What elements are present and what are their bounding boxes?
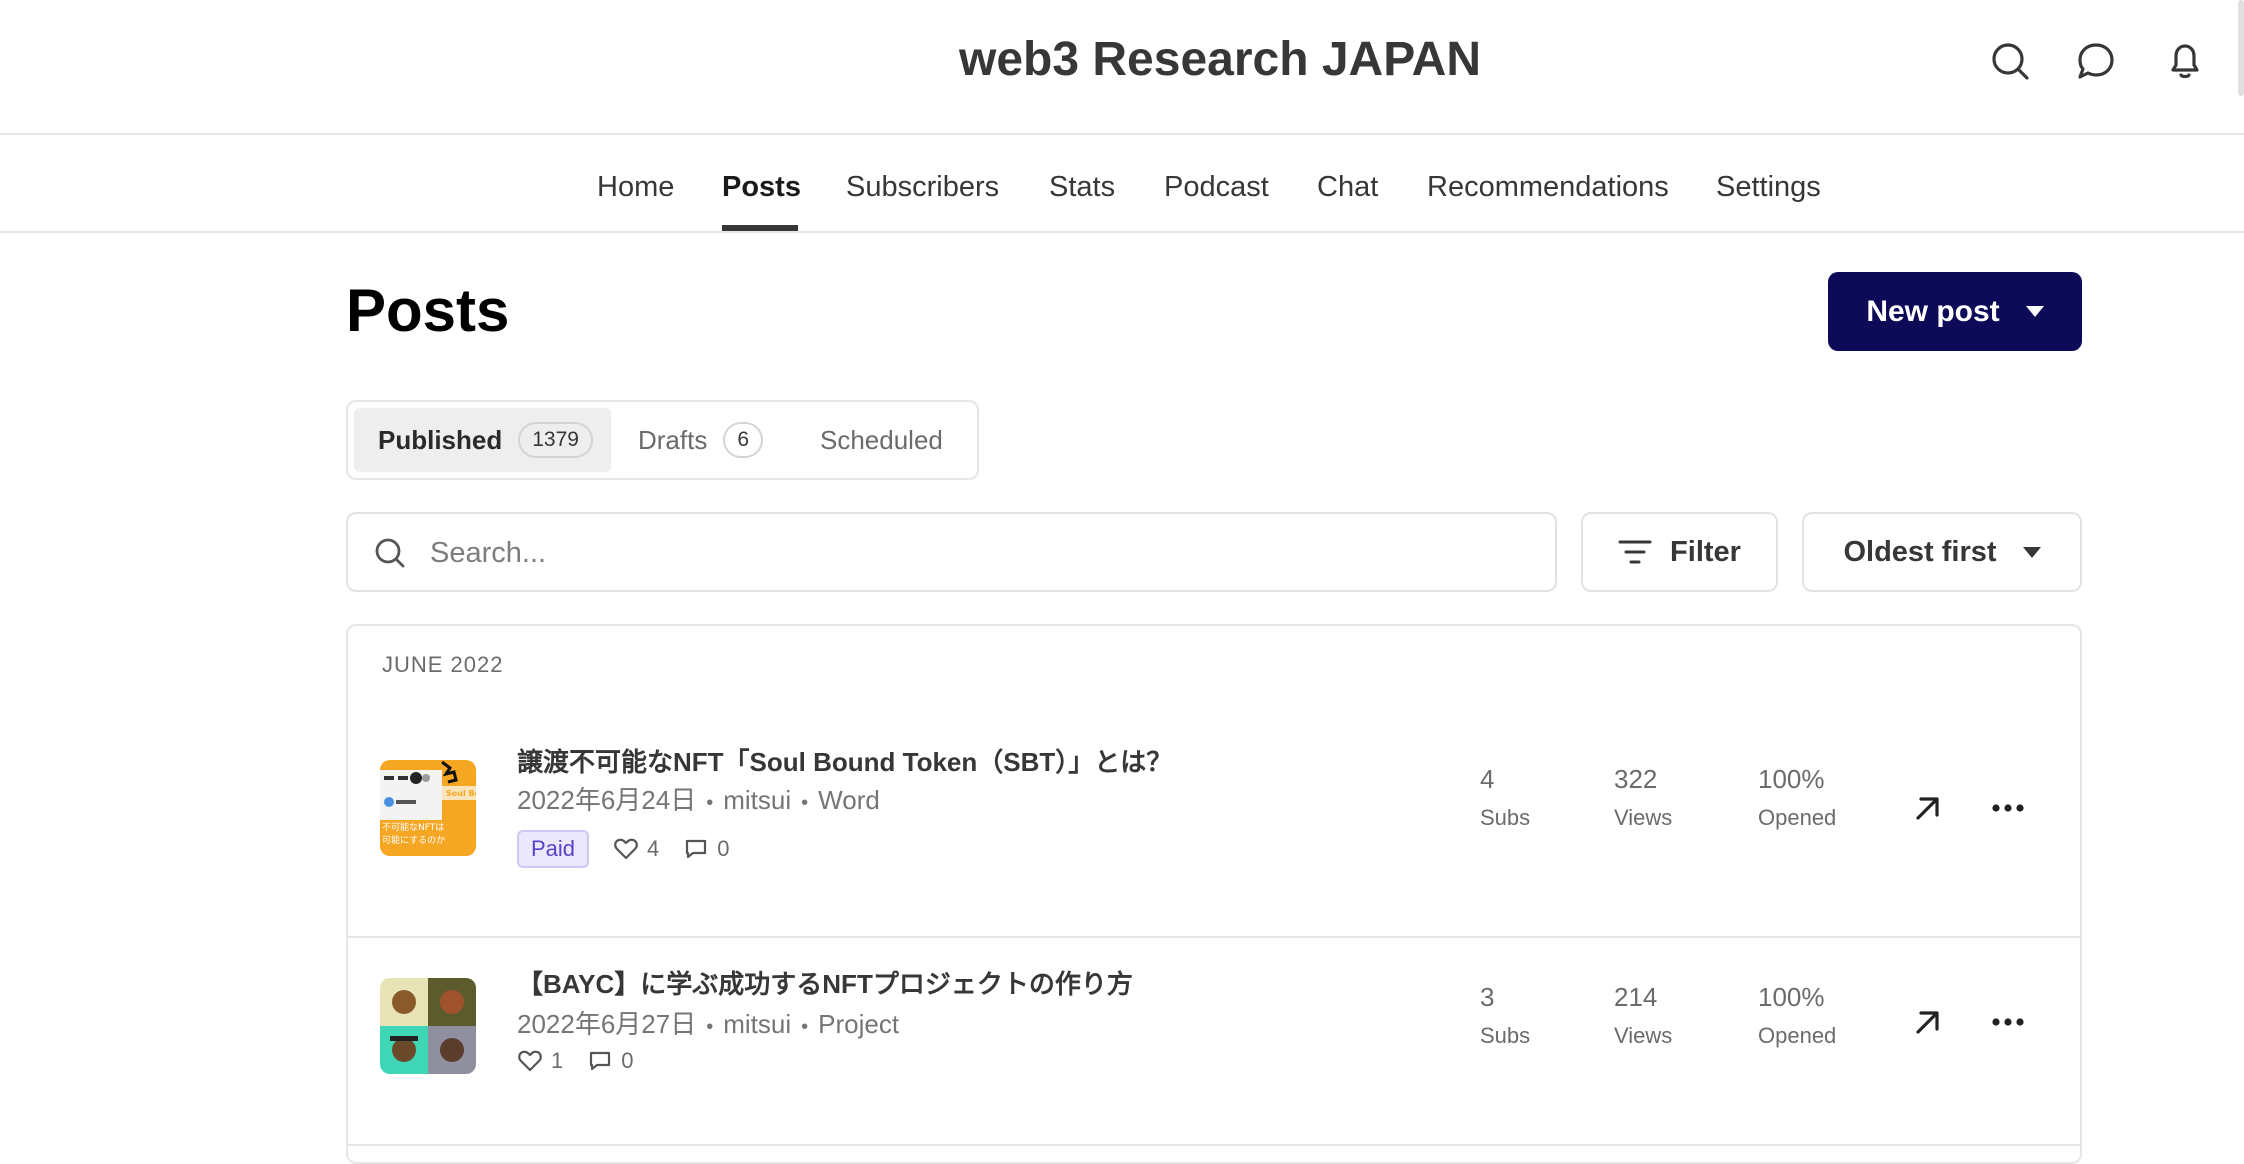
- post-list: JUNE 2022 Soul Bound 不可能なNFTは 可能にするのか 譲渡…: [346, 624, 2082, 1164]
- search-box: [346, 512, 1557, 592]
- opened-value: 100%: [1758, 982, 1825, 1012]
- opened-stat: 100% Opened: [1758, 982, 1836, 1049]
- views-value: 322: [1614, 764, 1658, 794]
- likes-count: 4: [647, 836, 660, 861]
- page-title: Posts: [346, 277, 510, 344]
- scrollbar[interactable]: [2238, 0, 2244, 96]
- opened-label: Opened: [1758, 805, 1837, 830]
- subs-stat: 4 Subs: [1480, 764, 1530, 831]
- comment-icon: [590, 1051, 611, 1071]
- post-badges: 1 0: [517, 1048, 634, 1074]
- comments-count: 0: [717, 836, 730, 861]
- nav-stats[interactable]: Stats: [1049, 171, 1115, 204]
- comments: 0: [587, 1048, 634, 1074]
- tab-drafts[interactable]: Drafts 6: [638, 408, 764, 472]
- nav-chat[interactable]: Chat: [1317, 171, 1378, 204]
- post-thumbnail[interactable]: Soul Bound 不可能なNFTは 可能にするのか: [380, 760, 476, 856]
- publication-title[interactable]: web3 Research JAPAN: [0, 32, 2244, 87]
- post-date: 2022年6月24日: [517, 785, 697, 815]
- heart-icon: [518, 1050, 542, 1072]
- open-post-arrow-icon[interactable]: [1908, 1002, 1948, 1042]
- nav-posts[interactable]: Posts: [722, 171, 801, 204]
- comments: 0: [683, 836, 730, 862]
- caret-down-icon: [2025, 306, 2044, 317]
- count-badge: 6: [723, 422, 764, 458]
- filter-label: Filter: [1670, 535, 1741, 568]
- post-section: Word: [818, 785, 880, 815]
- post-section: Project: [818, 1009, 900, 1039]
- tab-label: Published: [378, 424, 503, 455]
- sort-label: Oldest first: [1843, 535, 1997, 568]
- post-row[interactable]: 【BAYC】に学ぶ成功するNFTプロジェクトの作り方 2022年6月27日 • mi…: [348, 938, 2080, 1146]
- month-header: JUNE 2022: [382, 652, 504, 677]
- nav-settings[interactable]: Settings: [1716, 171, 1821, 204]
- bell-icon[interactable]: [2164, 40, 2206, 82]
- subs-label: Subs: [1480, 805, 1531, 830]
- active-tab-indicator: [722, 225, 798, 231]
- views-label: Views: [1614, 1023, 1673, 1048]
- comment-icon: [686, 839, 707, 859]
- comments-count: 0: [621, 1048, 634, 1073]
- paid-badge: Paid: [517, 830, 590, 868]
- post-title[interactable]: 【BAYC】に学ぶ成功するNFTプロジェクトの作り方: [517, 964, 1133, 1001]
- views-stat: 322 Views: [1614, 764, 1672, 831]
- search-icon[interactable]: [1989, 40, 2031, 82]
- thumb-caption: Soul Bound: [446, 789, 476, 798]
- filter-icon: [1618, 540, 1652, 564]
- caret-down-icon: [2022, 546, 2041, 558]
- views-stat: 214 Views: [1614, 982, 1672, 1049]
- post-date: 2022年6月27日: [517, 1009, 697, 1039]
- likes: 4: [613, 836, 659, 862]
- new-post-button[interactable]: New post: [1828, 272, 2082, 351]
- subs-value: 4: [1480, 764, 1495, 794]
- post-row[interactable]: Soul Bound 不可能なNFTは 可能にするのか 譲渡不可能なNFT「So…: [348, 722, 2080, 938]
- chat-icon[interactable]: [2075, 40, 2117, 82]
- count-badge: 1379: [518, 422, 593, 458]
- opened-value: 100%: [1758, 764, 1825, 794]
- post-meta: 2022年6月27日 • mitsui • Project: [517, 1009, 900, 1039]
- subs-value: 3: [1480, 982, 1495, 1012]
- new-post-label: New post: [1866, 294, 2000, 328]
- more-options-icon[interactable]: [1988, 1002, 2028, 1042]
- heart-icon: [614, 838, 638, 860]
- open-post-arrow-icon[interactable]: [1908, 788, 1948, 828]
- likes: 1: [517, 1048, 563, 1074]
- more-options-icon[interactable]: [1988, 788, 2028, 828]
- top-bar: web3 Research JAPAN: [0, 0, 2244, 135]
- post-author: mitsui: [723, 785, 792, 815]
- sort-dropdown[interactable]: Oldest first: [1802, 512, 2082, 592]
- tab-label: Drafts: [638, 424, 708, 455]
- dashboard-nav: Home Posts Subscribers Stats Podcast Cha…: [0, 135, 2244, 233]
- filter-button[interactable]: Filter: [1581, 512, 1778, 592]
- post-title[interactable]: 譲渡不可能なNFT「Soul Bound Token（SBT）」とは？: [517, 742, 1172, 779]
- post-badges: Paid 4 0: [517, 830, 730, 868]
- opened-stat: 100% Opened: [1758, 764, 1836, 831]
- subs-label: Subs: [1480, 1023, 1531, 1048]
- post-author: mitsui: [723, 1009, 792, 1039]
- views-value: 214: [1614, 982, 1658, 1012]
- opened-label: Opened: [1758, 1023, 1837, 1048]
- nav-home[interactable]: Home: [597, 171, 674, 204]
- tab-scheduled[interactable]: Scheduled: [820, 408, 943, 472]
- thumb-caption: 不可能なNFTは: [382, 821, 444, 833]
- post-meta: 2022年6月24日 • mitsui • Word: [517, 785, 880, 815]
- post-status-tabs: Published 1379 Drafts 6 Scheduled: [346, 400, 979, 480]
- post-thumbnail[interactable]: [380, 978, 476, 1074]
- likes-count: 1: [551, 1048, 564, 1073]
- search-icon: [375, 538, 405, 568]
- search-input[interactable]: [428, 528, 1532, 578]
- nav-podcast[interactable]: Podcast: [1164, 171, 1269, 204]
- views-label: Views: [1614, 805, 1673, 830]
- tab-published[interactable]: Published 1379: [354, 408, 611, 472]
- nav-recommendations[interactable]: Recommendations: [1427, 171, 1669, 204]
- subs-stat: 3 Subs: [1480, 982, 1530, 1049]
- tab-label: Scheduled: [820, 424, 943, 455]
- nav-subscribers[interactable]: Subscribers: [846, 171, 999, 204]
- thumb-caption: 可能にするのか: [382, 834, 445, 846]
